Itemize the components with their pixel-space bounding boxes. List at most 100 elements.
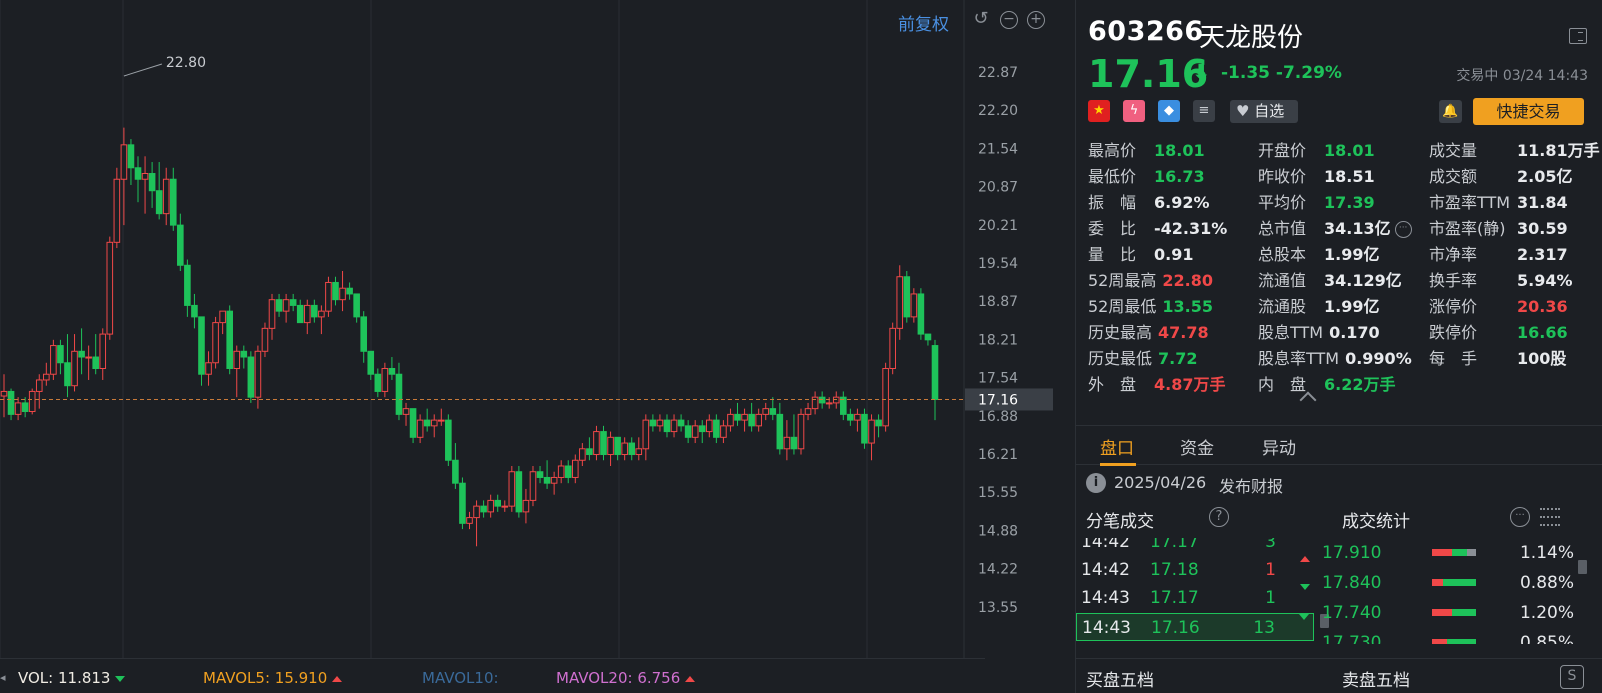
candle[interactable] [811, 391, 819, 415]
candle[interactable] [832, 391, 840, 409]
tick-row[interactable]: 14:42 17.18 1 [1076, 556, 1314, 584]
candle[interactable] [854, 408, 861, 432]
candle[interactable] [508, 465, 516, 512]
candle[interactable] [247, 351, 255, 403]
candle[interactable] [296, 299, 304, 324]
vol-stat-row[interactable]: 17.910 1.14% [1316, 538, 1596, 568]
candle[interactable] [734, 402, 741, 426]
candle[interactable] [261, 322, 269, 358]
candle[interactable] [212, 316, 219, 369]
candle[interactable] [776, 402, 784, 455]
adjust-toggle-button[interactable]: 前复权 [898, 10, 949, 35]
candle[interactable] [628, 437, 636, 461]
candle[interactable] [85, 345, 92, 380]
candle[interactable] [134, 156, 142, 203]
notes-icon[interactable]: ≡ [1193, 100, 1215, 122]
candle[interactable] [663, 414, 671, 438]
candle[interactable] [564, 460, 572, 484]
candle[interactable] [275, 293, 283, 317]
candle[interactable] [797, 408, 805, 455]
candle[interactable] [868, 414, 875, 461]
candle[interactable] [741, 408, 748, 432]
candle[interactable] [381, 362, 389, 398]
tab-capital[interactable]: 资金 [1180, 434, 1214, 459]
candle[interactable] [748, 402, 755, 432]
candle[interactable] [466, 511, 473, 530]
candle[interactable] [43, 362, 50, 386]
candle[interactable] [28, 388, 36, 415]
reset-icon[interactable]: ↺ [972, 10, 990, 29]
candle[interactable] [720, 420, 727, 444]
tick-row[interactable]: 14:43 17.17 1 [1076, 584, 1314, 612]
vol-stat-row[interactable]: 17.740 1.20% [1316, 598, 1596, 628]
candle[interactable] [240, 345, 248, 369]
candle[interactable] [861, 408, 868, 449]
candle[interactable] [169, 167, 177, 231]
candle[interactable] [64, 334, 71, 398]
candle[interactable] [571, 454, 579, 484]
candle[interactable] [430, 414, 438, 438]
kline-chart[interactable]: 22.87 22.20 21.54 20.87 20.21 19.54 18.87 18.21… [0, 0, 1075, 658]
candle[interactable] [311, 299, 318, 323]
candle[interactable] [691, 420, 699, 444]
candle[interactable] [924, 333, 932, 346]
vol-stats-scrollbar[interactable] [1578, 560, 1587, 574]
candle[interactable] [367, 350, 375, 380]
candle[interactable] [219, 310, 226, 335]
candle[interactable] [593, 425, 600, 461]
candle[interactable] [783, 420, 791, 461]
candle[interactable] [35, 374, 43, 409]
candle[interactable] [804, 402, 812, 421]
quick-trade-button[interactable]: 快捷交易 [1473, 98, 1584, 125]
candle[interactable] [282, 293, 290, 323]
candle[interactable] [409, 408, 417, 444]
candle[interactable] [226, 305, 233, 375]
candle[interactable] [332, 276, 339, 306]
candle[interactable] [557, 460, 565, 484]
s-toggle-icon[interactable]: S [1560, 665, 1584, 689]
candle[interactable] [600, 425, 607, 461]
candle[interactable] [670, 414, 678, 438]
market-cap-more-icon[interactable]: ··· [1394, 221, 1412, 238]
margin-tag-icon[interactable]: ϟ [1123, 100, 1145, 122]
add-watchlist-button[interactable]: ♥ 自选 [1230, 100, 1298, 123]
candle[interactable] [847, 408, 854, 426]
candle[interactable] [78, 328, 85, 375]
tab-unusual[interactable]: 异动 [1262, 434, 1296, 459]
candle[interactable] [416, 414, 424, 444]
candle[interactable] [917, 288, 925, 340]
sell-five-label[interactable]: 卖盘五档 [1342, 666, 1410, 691]
candle[interactable] [99, 328, 107, 380]
candle[interactable] [177, 213, 184, 272]
candle[interactable] [148, 162, 156, 208]
candle[interactable] [579, 443, 586, 466]
layout-toggle-icon[interactable] [1569, 28, 1587, 44]
candle[interactable] [910, 288, 918, 323]
candle[interactable] [92, 334, 99, 375]
candle[interactable] [656, 414, 664, 432]
tab-handicap[interactable]: 盘口 [1100, 434, 1134, 459]
candle[interactable] [607, 431, 614, 466]
candle[interactable] [889, 322, 896, 375]
candle[interactable] [614, 436, 621, 461]
tick-trades-list[interactable]: 14:42 17.17 3 14:42 17.18 1 14:43 17.17 1 14:43 17… [1076, 538, 1316, 644]
candle[interactable] [106, 236, 114, 340]
candle[interactable] [550, 471, 558, 495]
candle[interactable] [825, 397, 833, 409]
candle[interactable] [543, 460, 551, 489]
candle[interactable] [353, 293, 360, 323]
candle[interactable] [325, 276, 332, 317]
list-view-icon[interactable] [1540, 508, 1560, 526]
tick-row[interactable]: 14:43 17.16 13 [1076, 613, 1314, 641]
candle[interactable] [127, 139, 135, 185]
candle[interactable] [113, 167, 121, 249]
candle[interactable] [374, 368, 382, 398]
candle[interactable] [437, 408, 445, 426]
candle[interactable] [303, 299, 311, 335]
zoom-in-icon[interactable]: + [1027, 11, 1045, 29]
volume-stats-list[interactable]: 17.910 1.14% 17.840 0.88% 17.740 1.20% 17.730 0… [1316, 538, 1602, 644]
candle[interactable] [318, 305, 325, 335]
candle[interactable] [423, 408, 431, 432]
kline-chart-pane[interactable]: 22.87 22.20 21.54 20.87 20.21 19.54 18.87 18.21… [0, 0, 1075, 693]
candle[interactable] [21, 397, 29, 418]
